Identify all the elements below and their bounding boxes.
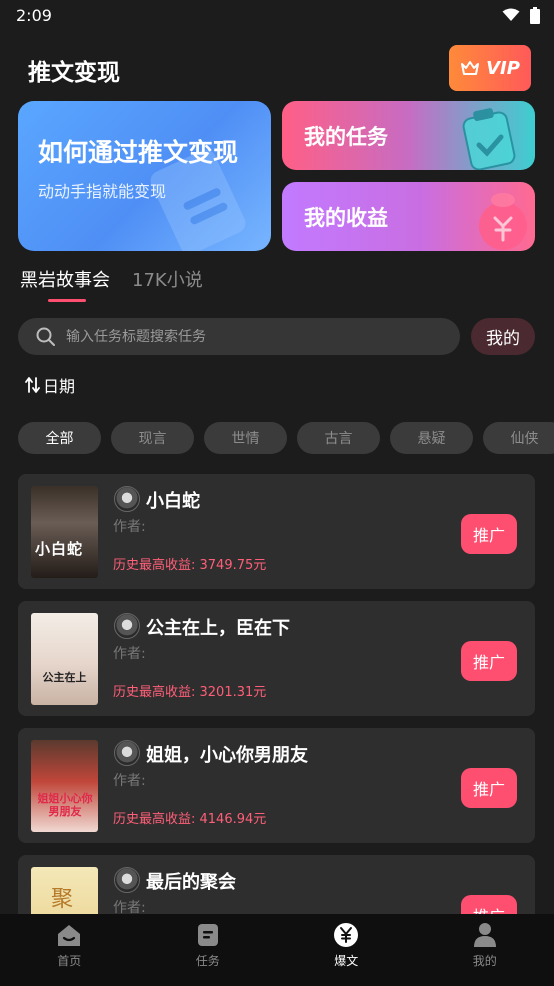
- book-card[interactable]: 公主在上 公主在上，臣在下 作者: 历史最高收益: 3201.31元 推广: [18, 601, 535, 716]
- cover-title-text: 公主在上: [42, 671, 87, 684]
- nav-profile[interactable]: 我的: [416, 914, 554, 986]
- tab-17k[interactable]: 17K小说: [132, 266, 203, 302]
- platform-logo-icon: [114, 613, 140, 639]
- chip-worldly[interactable]: 世情: [204, 422, 287, 454]
- book-author: 作者:: [113, 646, 146, 662]
- banner-my-earnings[interactable]: 我的收益: [282, 182, 535, 251]
- active-tab-indicator: [48, 299, 86, 302]
- promote-button[interactable]: 推广: [461, 641, 517, 681]
- category-filter: 全部 现言 世情 古言 悬疑 仙侠: [18, 422, 554, 454]
- my-tasks-filter-button[interactable]: 我的: [471, 318, 535, 355]
- chip-mystery[interactable]: 悬疑: [390, 422, 473, 454]
- crown-icon: [461, 61, 480, 75]
- person-icon: [473, 923, 496, 947]
- book-title: 小白蛇: [146, 491, 200, 512]
- promote-button[interactable]: 推广: [461, 768, 517, 808]
- nav-hot-articles-label: 爆文: [334, 954, 359, 968]
- book-top-earnings: 历史最高收益: 3201.31元: [113, 685, 267, 700]
- search-bar: [18, 318, 460, 355]
- book-author: 作者:: [113, 773, 146, 789]
- status-bar: 2:09: [0, 0, 554, 30]
- book-top-earnings: 历史最高收益: 4146.94元: [113, 812, 267, 827]
- nav-hot-articles[interactable]: 爆文: [277, 914, 416, 986]
- platform-logo-icon: [114, 867, 140, 893]
- cover-title-text: 姐姐小心你男朋友: [37, 792, 93, 819]
- banner-main-title: 如何通过推文变现: [38, 138, 239, 167]
- book-cover: 小白蛇: [31, 486, 98, 578]
- chip-all[interactable]: 全部: [18, 422, 101, 454]
- book-card[interactable]: 姐姐小心你男朋友 姐姐，小心你男朋友 作者: 历史最高收益: 4146.94元 …: [18, 728, 535, 843]
- book-top-earnings: 历史最高收益: 3749.75元: [113, 558, 267, 573]
- sort-arrows-icon: [25, 377, 40, 393]
- sort-by-date[interactable]: 日期: [25, 374, 75, 396]
- banner-how-to-earn[interactable]: 如何通过推文变现 动动手指就能变现: [18, 101, 271, 251]
- yen-icon: [334, 923, 359, 947]
- status-icons: [502, 6, 540, 24]
- page-title: 推文变现: [28, 60, 120, 86]
- battery-icon: [530, 6, 540, 24]
- nav-profile-label: 我的: [472, 954, 497, 968]
- wifi-icon: [502, 8, 520, 21]
- task-icon: [197, 924, 218, 946]
- chip-ancient-romance[interactable]: 古言: [297, 422, 380, 454]
- book-card[interactable]: 小白蛇 小白蛇 作者: 历史最高收益: 3749.75元 推广: [18, 474, 535, 589]
- nav-tasks[interactable]: 任务: [139, 914, 278, 986]
- book-author: 作者:: [113, 519, 146, 535]
- nav-home[interactable]: 首页: [0, 914, 139, 986]
- cover-title-text: 小白蛇: [35, 540, 84, 558]
- home-icon: [58, 925, 81, 946]
- clipboard-check-icon: [462, 108, 516, 170]
- status-time: 2:09: [16, 5, 52, 25]
- platform-logo-icon: [114, 486, 140, 512]
- book-cover: 公主在上: [31, 613, 98, 705]
- book-cover: 姐姐小心你男朋友: [31, 740, 98, 832]
- nav-home-label: 首页: [57, 954, 82, 968]
- sort-label: 日期: [43, 377, 76, 396]
- tab-17k-label: 17K小说: [132, 270, 203, 291]
- chip-xianxia[interactable]: 仙侠: [483, 422, 554, 454]
- promote-button[interactable]: 推广: [461, 514, 517, 554]
- tab-heiyan[interactable]: 黑岩故事会: [20, 266, 110, 302]
- vip-label: VIP: [486, 57, 520, 79]
- banner-main-subtitle: 动动手指就能变现: [38, 182, 167, 201]
- vip-button[interactable]: VIP: [449, 45, 531, 91]
- banner-tasks-label: 我的任务: [304, 124, 388, 149]
- nav-tasks-label: 任务: [195, 954, 220, 968]
- search-input[interactable]: [66, 328, 426, 345]
- platform-logo-icon: [114, 740, 140, 766]
- book-title: 姐姐，小心你男朋友: [146, 745, 308, 766]
- book-title: 公主在上，臣在下: [146, 618, 290, 639]
- money-bag-icon: [479, 193, 527, 250]
- platform-tabs: 黑岩故事会 17K小说: [20, 266, 203, 302]
- bottom-navigation: 首页 任务 爆文 我的: [0, 914, 554, 986]
- tab-heiyan-label: 黑岩故事会: [20, 270, 110, 291]
- search-icon: [36, 327, 55, 346]
- book-title: 最后的聚会: [146, 872, 236, 893]
- chip-modern-romance[interactable]: 现言: [111, 422, 194, 454]
- cover-title-text: 聚: [51, 887, 74, 912]
- banner-earnings-label: 我的收益: [304, 205, 388, 230]
- banner-my-tasks[interactable]: 我的任务: [282, 101, 535, 170]
